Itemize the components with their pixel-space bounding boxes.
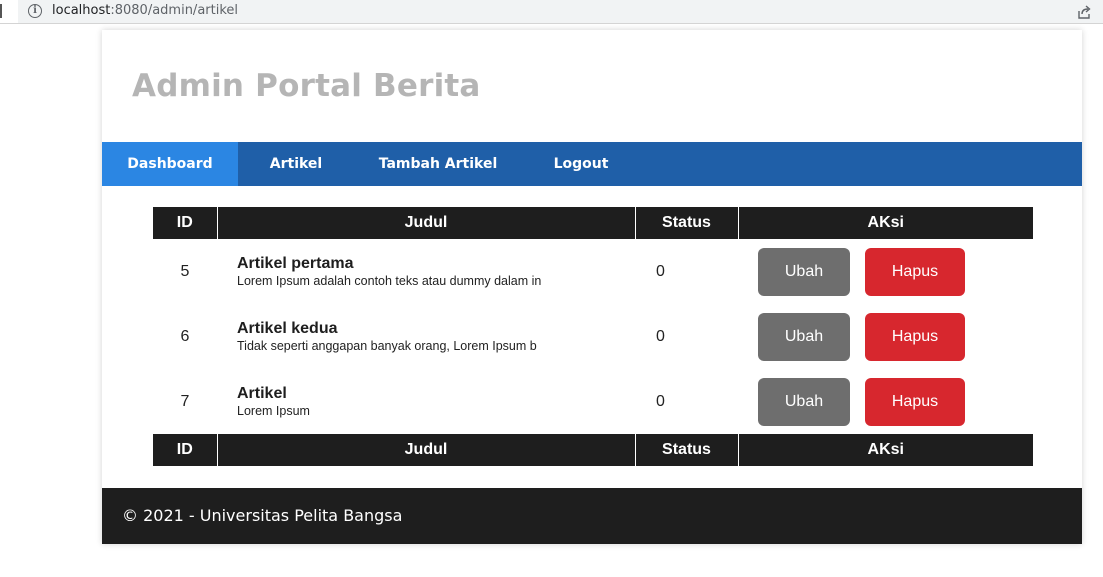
cell-id: 7: [180, 392, 190, 410]
column-header-id: ID: [153, 207, 218, 239]
cell-id: 5: [180, 262, 190, 280]
table-footer-row: ID Judul Status AKsi: [153, 434, 1033, 466]
browser-edge: [0, 4, 4, 18]
site-footer: © 2021 - Universitas Pelita Bangsa: [102, 488, 1082, 544]
column-header-status: Status: [635, 207, 739, 239]
column-footer-judul: Judul: [217, 434, 636, 466]
site-title: Admin Portal Berita: [132, 68, 481, 104]
article-title: Artikel pertama: [237, 254, 354, 272]
column-header-aksi: AKsi: [738, 207, 1033, 239]
footer-copyright: © 2021 - Universitas Pelita Bangsa: [122, 506, 403, 525]
site-header: Admin Portal Berita: [102, 30, 1082, 142]
article-excerpt: Tidak seperti anggapan banyak orang, Lor…: [237, 338, 537, 353]
table-row: 6 Artikel kedua Tidak seperti anggapan b…: [153, 304, 1033, 369]
nav-item-logout[interactable]: Logout: [522, 142, 640, 186]
cell-judul: Artikel kedua Tidak seperti anggapan ban…: [217, 304, 635, 369]
column-header-judul: Judul: [217, 207, 636, 239]
cell-judul: Artikel Lorem Ipsum: [217, 369, 635, 434]
table-header-row: ID Judul Status AKsi: [153, 207, 1033, 239]
nav-item-artikel[interactable]: Artikel: [238, 142, 354, 186]
url-host: localhost: [52, 3, 111, 18]
article-excerpt: Lorem Ipsum adalah contoh teks atau dumm…: [237, 273, 542, 288]
column-footer-status: Status: [635, 434, 739, 466]
cell-judul: Artikel pertama Lorem Ipsum adalah conto…: [217, 239, 635, 304]
article-table: ID Judul Status AKsi 5 Artikel pertama L…: [153, 207, 1033, 466]
edit-button[interactable]: Ubah: [758, 312, 850, 361]
column-footer-id: ID: [153, 434, 218, 466]
table-row: 7 Artikel Lorem Ipsum 0 Ubah Hapus: [153, 369, 1033, 434]
share-icon[interactable]: [1076, 4, 1092, 20]
url-text[interactable]: localhost:8080/admin/artikel: [52, 3, 238, 18]
cell-aksi: Ubah Hapus: [738, 239, 1033, 304]
url-path: :8080/admin/artikel: [110, 3, 239, 18]
nav-item-dashboard[interactable]: Dashboard: [102, 142, 238, 186]
delete-button[interactable]: Hapus: [865, 247, 965, 296]
nav-item-tambah-artikel[interactable]: Tambah Artikel: [354, 142, 522, 186]
cell-id: 6: [180, 327, 190, 345]
cell-status: 0: [656, 327, 665, 345]
cell-aksi: Ubah Hapus: [738, 304, 1033, 369]
cell-status: 0: [656, 262, 665, 280]
table-row: 5 Artikel pertama Lorem Ipsum adalah con…: [153, 239, 1033, 304]
edit-button[interactable]: Ubah: [758, 377, 850, 426]
info-icon[interactable]: i: [28, 4, 42, 18]
delete-button[interactable]: Hapus: [865, 377, 965, 426]
cell-status: 0: [656, 392, 665, 410]
article-title: Artikel kedua: [237, 319, 338, 337]
article-title: Artikel: [237, 384, 287, 402]
delete-button[interactable]: Hapus: [865, 312, 965, 361]
main-nav: Dashboard Artikel Tambah Artikel Logout: [102, 142, 1082, 186]
browser-toolbar: i localhost:8080/admin/artikel: [0, 0, 1103, 24]
column-footer-aksi: AKsi: [738, 434, 1033, 466]
cell-aksi: Ubah Hapus: [738, 369, 1033, 434]
article-excerpt: Lorem Ipsum: [237, 403, 310, 418]
article-table-wrap: ID Judul Status AKsi 5 Artikel pertama L…: [153, 207, 1033, 466]
edit-button[interactable]: Ubah: [758, 247, 850, 296]
page-container: Admin Portal Berita Dashboard Artikel Ta…: [102, 30, 1082, 544]
